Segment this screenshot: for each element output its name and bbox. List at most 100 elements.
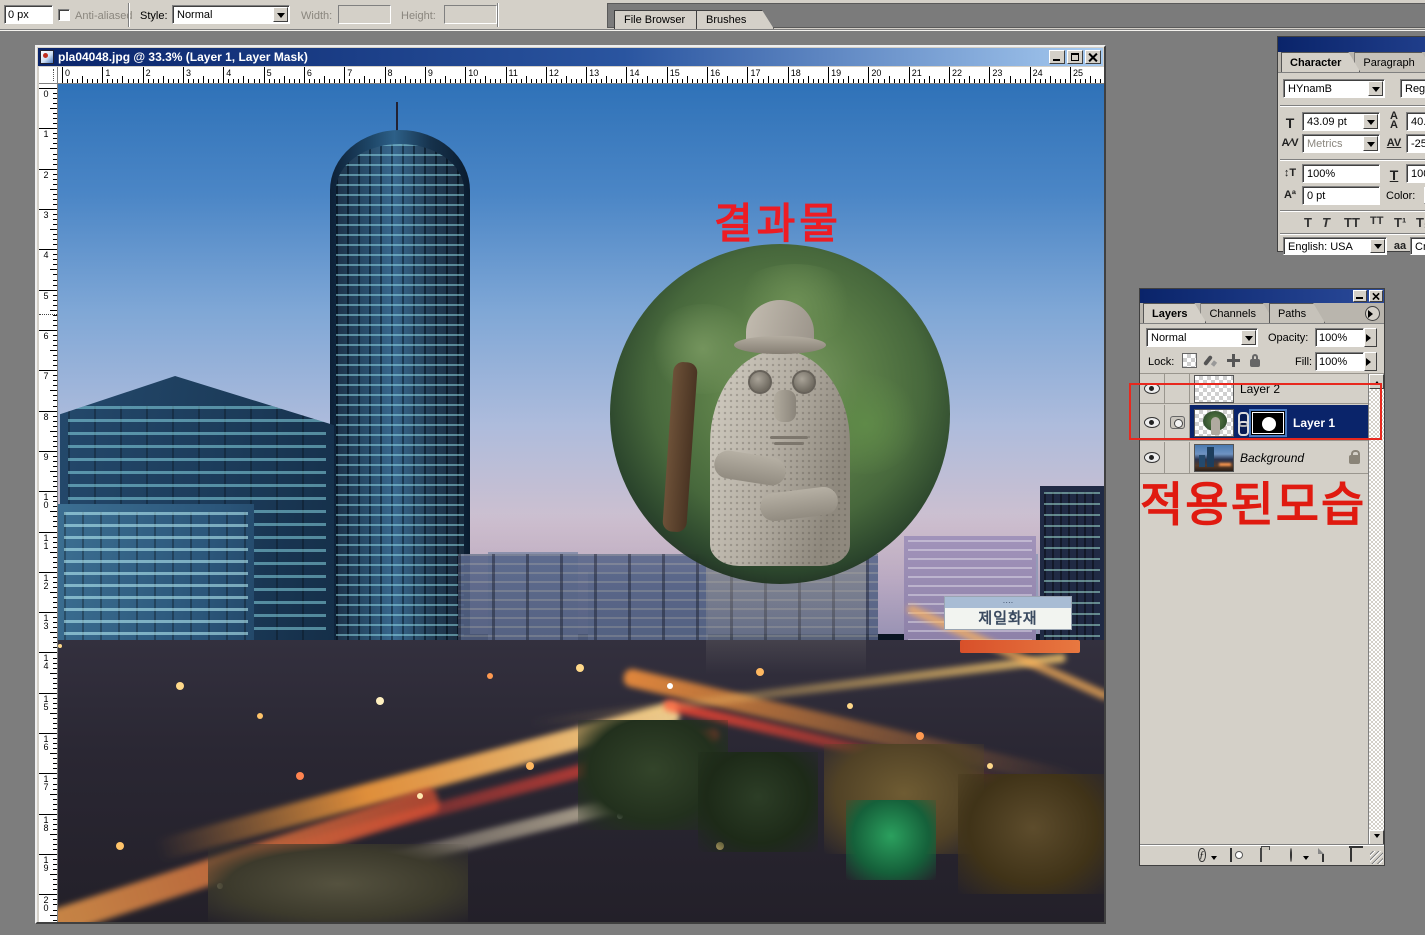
tab-paths[interactable]: Paths bbox=[1269, 303, 1325, 323]
font-size-arrow[interactable] bbox=[1363, 114, 1378, 129]
statue-hat-brim bbox=[734, 336, 826, 354]
layers-palette-titlebar[interactable] bbox=[1140, 289, 1384, 303]
tree bbox=[958, 774, 1104, 894]
delete-layer-button[interactable] bbox=[1350, 849, 1366, 863]
language-field[interactable]: English: USA bbox=[1283, 237, 1387, 255]
median-trees bbox=[208, 844, 468, 922]
kerning-icon: A∕V bbox=[1280, 137, 1300, 149]
anti-aliased-checkbox[interactable] bbox=[58, 9, 70, 21]
lock-row: Lock: Fill: 100% bbox=[1140, 350, 1384, 374]
document-window: pla04048.jpg @ 33.3% (Layer 1, Layer Mas… bbox=[35, 45, 1106, 924]
font-size-value: 43.09 pt bbox=[1307, 116, 1347, 128]
language-arrow[interactable] bbox=[1370, 239, 1385, 253]
font-family-field[interactable]: HYnamB bbox=[1283, 79, 1385, 98]
tracking-icon: AV bbox=[1384, 137, 1404, 149]
close-button[interactable] bbox=[1085, 50, 1101, 64]
anti-aliased-label: Anti-aliased bbox=[75, 10, 132, 22]
horizontal-scale-value: 100 bbox=[1411, 168, 1425, 180]
kerning-field[interactable]: Metrics bbox=[1302, 134, 1380, 153]
font-style-value: Regu bbox=[1405, 83, 1425, 95]
tracking-field[interactable]: -25 bbox=[1406, 134, 1425, 153]
tool-options-bar: Anti-aliased Style: Normal Width: Height… bbox=[0, 0, 1425, 30]
faux-italic-button[interactable]: T bbox=[1322, 215, 1330, 230]
opacity-field[interactable]: 100% bbox=[1315, 328, 1377, 347]
scroll-down-button[interactable] bbox=[1369, 830, 1384, 845]
billboard: ···· 제일화재 bbox=[944, 596, 1072, 630]
lock-paint-icon[interactable] bbox=[1204, 353, 1219, 368]
billboard-text: 제일화재 bbox=[945, 607, 1071, 628]
tolerance-input[interactable] bbox=[4, 5, 53, 24]
canvas[interactable]: ···· 제일화재 결과물 bbox=[58, 84, 1104, 922]
maximize-button[interactable] bbox=[1067, 50, 1083, 64]
style-dropdown[interactable]: Normal bbox=[172, 5, 290, 24]
scroll-track[interactable] bbox=[1369, 389, 1384, 830]
fill-field[interactable]: 100% bbox=[1315, 352, 1377, 371]
vertical-scale-field[interactable]: 100% bbox=[1302, 164, 1380, 183]
blend-mode-arrow[interactable] bbox=[1241, 330, 1256, 345]
document-titlebar[interactable]: pla04048.jpg @ 33.3% (Layer 1, Layer Mas… bbox=[38, 48, 1103, 66]
new-layer-button[interactable] bbox=[1322, 849, 1338, 863]
character-palette-titlebar[interactable] bbox=[1278, 37, 1425, 52]
vertical-scale-icon: ↕T bbox=[1280, 167, 1300, 179]
leading-value: 40. bbox=[1411, 116, 1425, 128]
kerning-value: Metrics bbox=[1307, 138, 1342, 150]
vertical-scale-value: 100% bbox=[1307, 168, 1335, 180]
tab-paragraph[interactable]: Paragraph bbox=[1354, 52, 1425, 72]
kerning-arrow[interactable] bbox=[1363, 136, 1378, 151]
style-value: Normal bbox=[177, 9, 212, 21]
antialias-icon: aa bbox=[1390, 240, 1410, 252]
baseline-field[interactable]: 0 pt bbox=[1302, 186, 1380, 205]
statue-nose bbox=[774, 390, 796, 422]
palette-close-button[interactable] bbox=[1369, 290, 1383, 302]
blend-mode-dropdown[interactable]: Normal bbox=[1146, 328, 1258, 347]
tab-brushes[interactable]: Brushes bbox=[696, 10, 774, 29]
tab-channels[interactable]: Channels bbox=[1200, 303, 1274, 323]
layers-bottom-bar: ƒ bbox=[1140, 845, 1384, 865]
faux-bold-button[interactable]: T bbox=[1304, 215, 1312, 230]
add-mask-button[interactable] bbox=[1230, 849, 1246, 863]
fill-slider-button[interactable] bbox=[1364, 352, 1377, 371]
lock-position-icon[interactable] bbox=[1226, 353, 1241, 368]
character-palette: Character Paragraph HYnamB Regu T 43.09 … bbox=[1277, 36, 1425, 252]
adjustment-layer-button[interactable] bbox=[1290, 849, 1306, 863]
horizontal-scale-field[interactable]: 100 bbox=[1406, 164, 1425, 183]
font-size-field[interactable]: 43.09 pt bbox=[1302, 112, 1380, 131]
layers-palette: Layers Channels Paths Normal Opacity: 10… bbox=[1139, 288, 1385, 866]
ruler-origin[interactable] bbox=[39, 67, 58, 84]
lock-all-icon[interactable] bbox=[1248, 353, 1263, 368]
tree bbox=[698, 752, 818, 852]
fill-label: Fill: bbox=[1295, 356, 1312, 368]
leading-field[interactable]: 40. bbox=[1406, 112, 1425, 131]
blend-row: Normal Opacity: 100% bbox=[1140, 325, 1384, 350]
palette-menu-button[interactable] bbox=[1365, 306, 1380, 321]
v-ruler: 01234567891011121314151617181920 bbox=[39, 84, 58, 922]
lock-transparency-icon[interactable] bbox=[1182, 353, 1197, 368]
style-dropdown-arrow[interactable] bbox=[273, 7, 288, 22]
blend-mode-value: Normal bbox=[1151, 332, 1186, 344]
font-size-icon: T bbox=[1280, 115, 1300, 131]
horizontal-scale-icon: T bbox=[1384, 167, 1404, 183]
layer-effects-button[interactable]: ƒ bbox=[1198, 849, 1214, 863]
opacity-slider-button[interactable] bbox=[1364, 328, 1377, 347]
separator bbox=[497, 3, 499, 27]
tab-file-browser[interactable]: File Browser bbox=[614, 10, 710, 29]
layer-list-scrollbar[interactable] bbox=[1368, 374, 1384, 845]
subscript-button[interactable]: T₁ bbox=[1416, 215, 1425, 230]
all-caps-button[interactable]: TT bbox=[1344, 215, 1360, 230]
font-style-field[interactable]: Regu bbox=[1400, 79, 1425, 98]
small-caps-button[interactable]: TT bbox=[1370, 215, 1383, 227]
palette-resize-grip[interactable] bbox=[1370, 851, 1383, 864]
tree bbox=[846, 800, 936, 880]
font-family-arrow[interactable] bbox=[1368, 81, 1383, 96]
font-family-value: HYnamB bbox=[1288, 83, 1332, 95]
superscript-button[interactable]: T¹ bbox=[1394, 215, 1406, 230]
color-label: Color: bbox=[1386, 190, 1415, 202]
palette-minimize-button[interactable] bbox=[1353, 290, 1367, 302]
layer-name[interactable]: Background bbox=[1240, 451, 1304, 465]
minimize-button[interactable] bbox=[1049, 50, 1065, 64]
tab-character[interactable]: Character bbox=[1281, 52, 1360, 72]
tab-layers[interactable]: Layers bbox=[1143, 303, 1206, 323]
antialias-field[interactable]: Cr bbox=[1410, 237, 1425, 255]
new-set-button[interactable] bbox=[1260, 849, 1276, 863]
width-input bbox=[338, 5, 391, 24]
